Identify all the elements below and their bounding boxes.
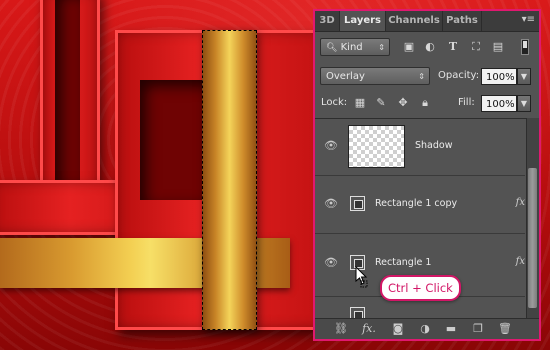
eye-icon[interactable]: 👁︎ xyxy=(324,197,338,211)
new-layer-icon[interactable]: ❐ xyxy=(470,322,486,336)
layer-name: Rectangle 1 xyxy=(375,257,432,268)
opacity-slider-arrow[interactable]: ▼ xyxy=(517,68,531,85)
scrollbar-thumb[interactable] xyxy=(528,168,537,308)
layer-thumbnail xyxy=(348,125,405,168)
opacity-input[interactable]: 100% xyxy=(481,68,517,85)
new-adjustment-icon[interactable]: ◑ xyxy=(417,322,433,336)
lock-position-icon[interactable]: ✥ xyxy=(396,96,410,110)
layer-effects-icon[interactable]: fx xyxy=(516,197,525,208)
layers-scrollbar[interactable] xyxy=(526,118,539,318)
filter-row: 🔍︎ Kind ⇕ ▣ ◐ T ⛶ ▤ xyxy=(315,36,539,60)
add-mask-icon[interactable]: ◙ xyxy=(390,322,406,336)
filter-kind-label: Kind xyxy=(340,42,363,53)
link-layers-icon[interactable]: ⛓︎ xyxy=(333,322,349,336)
add-fx-icon[interactable]: fx. xyxy=(361,322,377,336)
layer-name: Shadow xyxy=(415,140,453,151)
lock-image-icon[interactable]: ✎ xyxy=(374,96,388,110)
tab-3d[interactable]: 3D xyxy=(315,11,340,31)
fill-slider-arrow[interactable]: ▼ xyxy=(517,95,531,112)
search-icon: 🔍︎ xyxy=(326,43,338,53)
tab-layers[interactable]: Layers xyxy=(340,11,386,31)
blend-mode-dropdown[interactable]: Overlay ⇕ xyxy=(320,67,430,85)
shape-layer-icon xyxy=(350,196,365,211)
panel-menu-icon[interactable]: ▾≡ xyxy=(522,14,535,25)
new-group-icon[interactable]: ▬ xyxy=(443,322,459,336)
panel-footer: ⛓︎ fx. ◙ ◑ ▬ ❐ 🗑︎ xyxy=(315,318,539,339)
fill-input[interactable]: 100% xyxy=(481,95,517,112)
adjustment-filter-icon[interactable]: ◐ xyxy=(423,40,437,54)
tab-channels[interactable]: Channels xyxy=(386,11,443,31)
pixel-filter-icon[interactable]: ▣ xyxy=(402,40,416,54)
layer-name: Rectangle 1 copy xyxy=(375,198,458,209)
delete-layer-icon[interactable]: 🗑︎ xyxy=(497,322,513,336)
lock-transparent-icon[interactable]: ▦ xyxy=(353,96,367,110)
filter-kind-dropdown[interactable]: 🔍︎ Kind ⇕ xyxy=(320,38,390,56)
fill-label: Fill: xyxy=(458,97,475,108)
smart-object-filter-icon[interactable]: ▤ xyxy=(491,40,505,54)
cursor-icon xyxy=(355,266,368,288)
layer-effects-icon[interactable]: fx xyxy=(516,256,525,267)
opacity-label: Opacity: xyxy=(438,70,480,81)
blend-mode-value: Overlay xyxy=(326,71,365,82)
layer-row[interactable]: 👁︎ Rectangle 1 copy fx xyxy=(315,176,525,234)
chevron-updown-icon: ⇕ xyxy=(378,43,385,52)
selection-marquee xyxy=(202,30,257,330)
letter-inner-groove-left xyxy=(55,0,80,185)
lock-label: Lock: xyxy=(321,97,348,108)
lock-row: Lock: ▦ ✎ ✥ 🔒︎ Fill: 100% ▼ xyxy=(315,91,539,115)
tab-paths[interactable]: Paths xyxy=(443,11,482,31)
type-filter-icon[interactable]: T xyxy=(446,40,460,54)
chevron-updown-icon: ⇕ xyxy=(418,72,425,81)
layer-row[interactable]: 👁︎ Shadow xyxy=(315,119,525,176)
blend-row: Overlay ⇕ Opacity: 100% ▼ xyxy=(315,64,539,88)
lock-all-icon[interactable]: 🔒︎ xyxy=(418,96,432,110)
eye-icon[interactable]: 👁︎ xyxy=(324,139,338,153)
shape-filter-icon[interactable]: ⛶ xyxy=(469,40,483,54)
ctrl-click-callout: Ctrl + Click xyxy=(380,275,461,301)
panel-tab-bar: 3D Layers Channels Paths ▾≡ xyxy=(315,11,539,32)
eye-icon[interactable]: 👁︎ xyxy=(324,256,338,270)
filter-toggle-switch[interactable] xyxy=(521,39,529,55)
